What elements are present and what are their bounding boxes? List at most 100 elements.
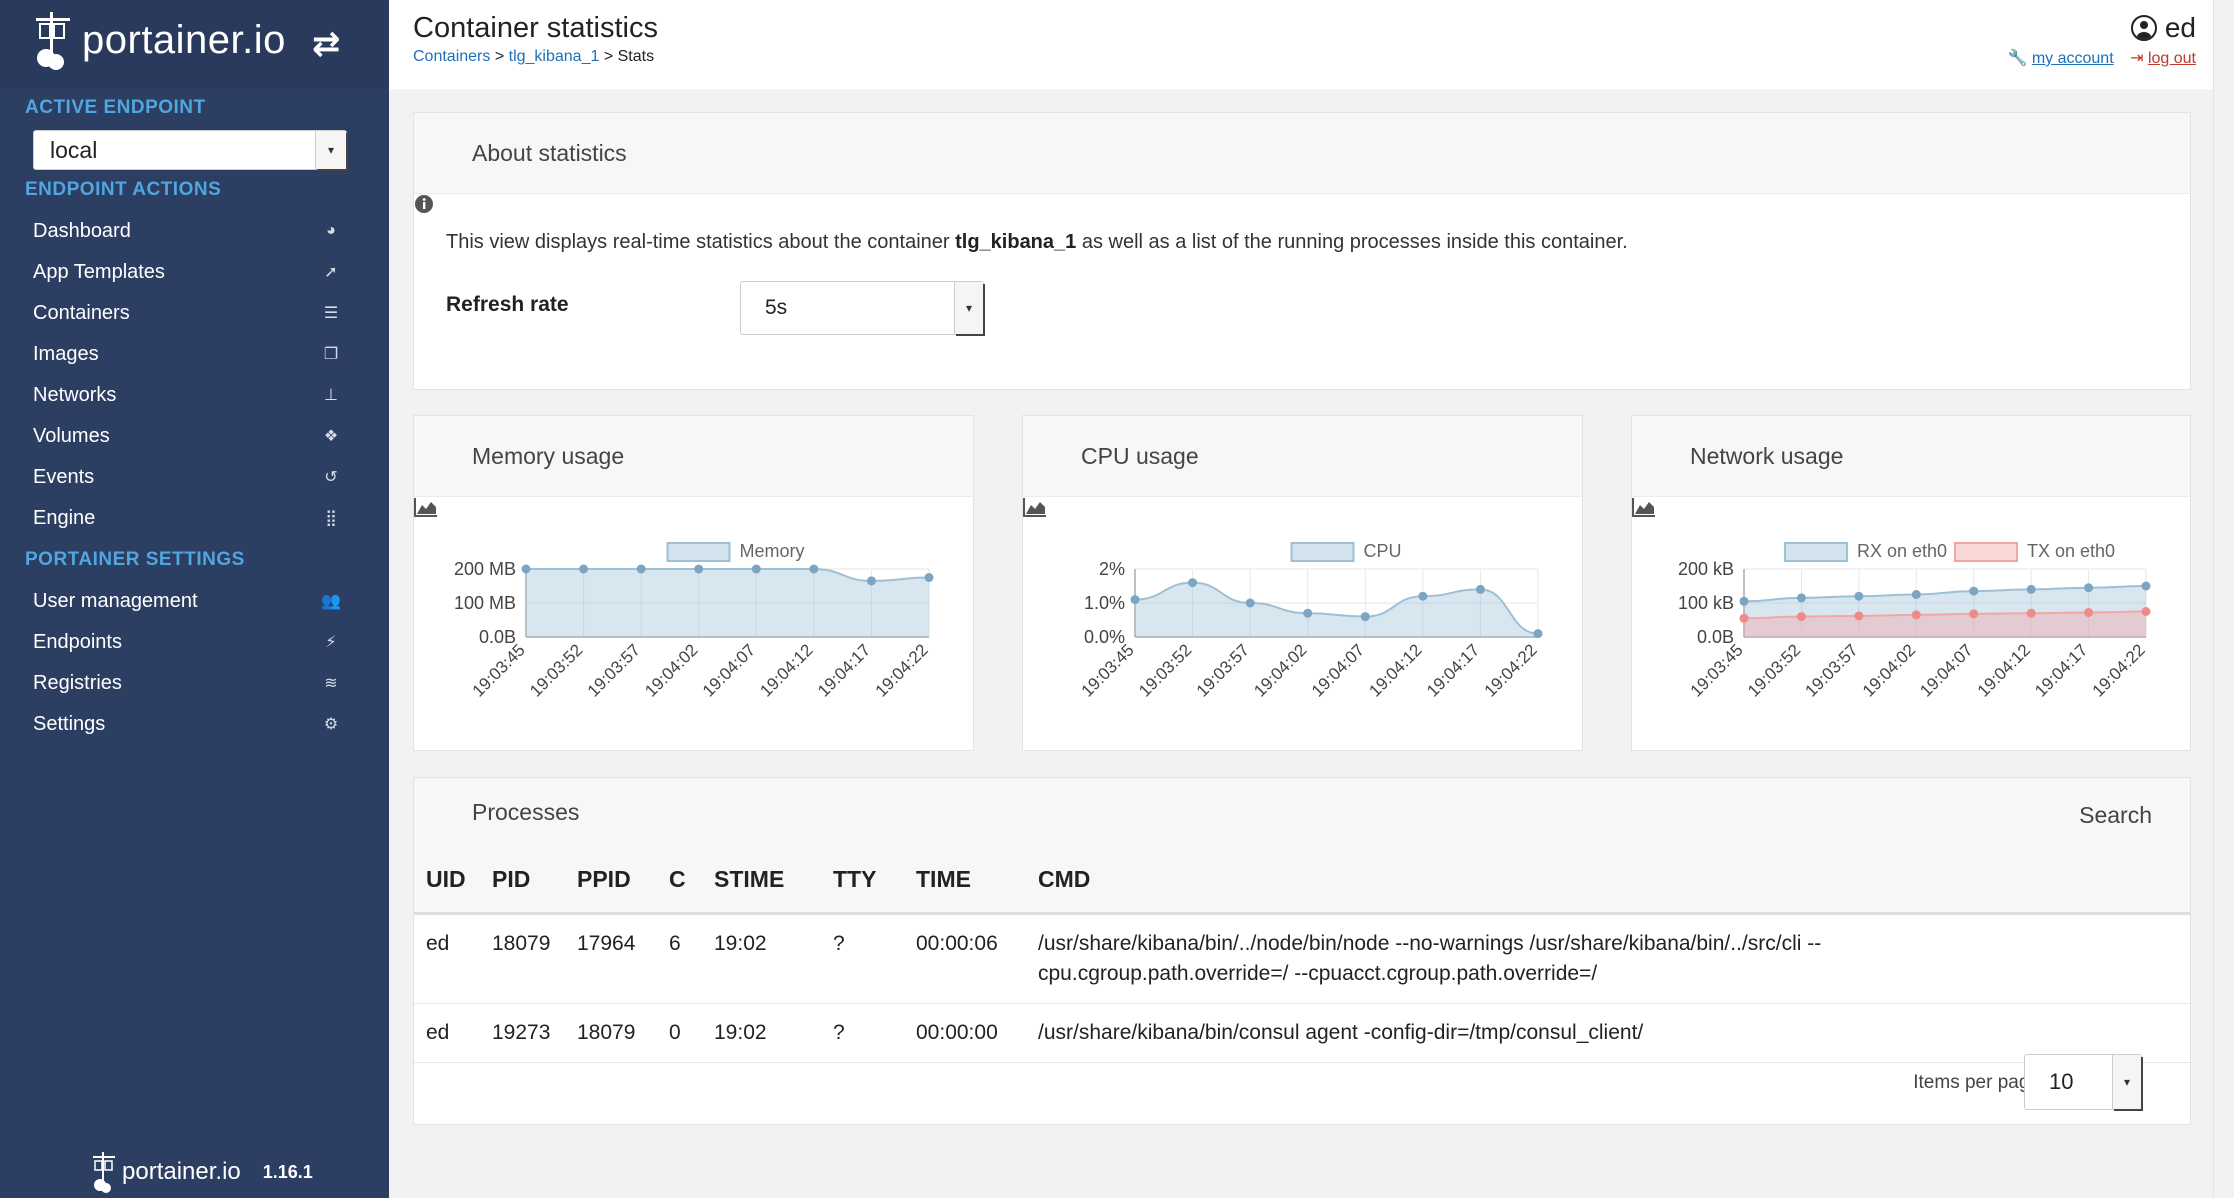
cpu-usage-header: CPU usage: [1023, 416, 1582, 517]
cubes-icon: ❖: [323, 428, 339, 445]
column-header-pid[interactable]: PID: [480, 846, 565, 915]
sidebar-item-events[interactable]: Events ↺: [33, 457, 343, 497]
sidebar-item-containers[interactable]: Containers ☰: [33, 293, 343, 333]
grid-icon: ⣿: [325, 510, 337, 527]
items-per-page-select[interactable]: 10 ▾: [2024, 1054, 2142, 1110]
sidebar-item-app-templates[interactable]: App Templates ➚: [33, 252, 343, 292]
users-icon: 👥: [321, 593, 341, 610]
data-point: [1360, 612, 1370, 622]
sidebar-item-settings[interactable]: Settings ⚙: [33, 704, 343, 744]
items-per-page-label: Items per page: [1913, 1072, 2040, 1093]
username: ed: [2164, 12, 2196, 43]
log-out-link[interactable]: log out: [2148, 50, 2196, 67]
page-scrollbar[interactable]: [2213, 0, 2234, 1198]
sidebar-item-label: Engine: [33, 506, 96, 529]
refresh-rate-value: 5s: [765, 296, 788, 319]
x-tick-label: 19:04:17: [2031, 640, 2091, 700]
sidebar-item-registries[interactable]: Registries ≋: [33, 663, 343, 703]
breadcrumb-container[interactable]: tlg_kibana_1: [509, 48, 600, 65]
sidebar-item-endpoints[interactable]: Endpoints ⚡: [33, 622, 343, 662]
cell-stime: 19:02: [702, 1003, 821, 1063]
data-point: [2026, 608, 2036, 618]
data-point: [1796, 593, 1806, 603]
column-header-tty[interactable]: TTY: [821, 846, 904, 915]
processes-header: Processes: [414, 778, 2190, 877]
cell-cmd: /usr/share/kibana/bin/consul agent -conf…: [1026, 1003, 2190, 1063]
endpoint-select[interactable]: local ▾: [33, 130, 347, 170]
x-tick-label: 19:04:12: [756, 640, 816, 700]
chevron-down-icon: ▾: [2112, 1055, 2141, 1109]
x-tick-label: 19:04:12: [1974, 640, 2034, 700]
data-point: [1911, 610, 1921, 620]
clone-icon: ❐: [323, 346, 339, 363]
tachometer-icon: ◕: [326, 222, 336, 239]
memory-usage-title: Memory usage: [472, 442, 625, 469]
cpu-usage-panel: CPU usage CPU 0.0% 1.0% 2% 19:03:45 19:03:52 1…: [1022, 415, 1583, 751]
cell-pid: 19273: [480, 1003, 565, 1063]
sidebar-item-engine[interactable]: Engine ⣿: [33, 498, 343, 538]
x-tick-label: 19:04:17: [1423, 640, 1483, 700]
data-point: [2141, 581, 2151, 591]
sidebar-item-images[interactable]: Images ❐: [33, 334, 343, 374]
y-tick-label: 100 kB: [1678, 593, 1734, 613]
cell-uid: ed: [414, 913, 480, 1004]
sidebar-item-user-management[interactable]: User management 👥: [33, 581, 343, 621]
refresh-rate-select[interactable]: 5s ▾: [740, 281, 984, 335]
portainer-logo[interactable]: portainer.io: [32, 8, 286, 72]
endpoint-select-value: local: [50, 137, 98, 163]
memory-usage-chart: Memory0.0B100 MB200 MB19:03:4519:03:5219…: [454, 541, 934, 701]
data-point: [751, 564, 761, 574]
search-button[interactable]: Search: [2073, 802, 2152, 903]
cell-c: 0: [657, 1003, 702, 1063]
column-header-c[interactable]: C: [657, 846, 702, 915]
data-point: [1533, 629, 1543, 639]
sign-out-icon: ⇥: [2130, 50, 2144, 67]
x-tick-label: 19:03:45: [1687, 640, 1747, 700]
my-account-link[interactable]: my account: [2032, 50, 2114, 67]
sidebar-item-volumes[interactable]: Volumes ❖: [33, 416, 343, 456]
sidebar-item-label: Endpoints: [33, 630, 122, 653]
portainer-crane-icon: [36, 12, 70, 70]
sidebar-item-networks[interactable]: Networks ⊥: [33, 375, 343, 415]
x-tick-label: 19:03:52: [526, 640, 586, 700]
cell-c: 6: [657, 913, 702, 1004]
column-header-time[interactable]: TIME: [904, 846, 1026, 915]
x-tick-label: 19:04:12: [1365, 640, 1425, 700]
column-header-cmd[interactable]: CMD: [1026, 846, 2190, 915]
data-point: [1188, 578, 1198, 588]
cell-tty: ?: [821, 913, 904, 1004]
legend-swatch: [666, 542, 731, 562]
active-endpoint-label: ACTIVE ENDPOINT: [25, 97, 206, 118]
endpoint-actions-label: ENDPOINT ACTIONS: [25, 179, 222, 200]
sidebar: portainer.io ⇄ ACTIVE ENDPOINT local ▾ E…: [0, 0, 389, 1198]
sidebar-item-label: Events: [33, 465, 95, 488]
cell-cmd: /usr/share/kibana/bin/../node/bin/node -…: [1026, 913, 2190, 1004]
y-tick-label: 200 MB: [454, 559, 516, 579]
arrows-swap-icon[interactable]: ⇄: [312, 24, 341, 64]
column-header-stime[interactable]: STIME: [702, 846, 821, 915]
sidebar-item-label: Networks: [33, 383, 117, 406]
x-tick-label: 19:04:02: [1250, 640, 1310, 700]
cogs-icon: ⚙: [323, 716, 339, 733]
data-point: [2084, 608, 2094, 618]
table-header-row: UID PID PPID C STIME TTY TIME CMD: [414, 846, 2190, 915]
cell-ppid: 18079: [565, 1003, 657, 1063]
network-usage-panel: Network usage RX on eth0 TX on eth0 0.0B 10…: [1631, 415, 2191, 751]
x-tick-label: 19:04:22: [872, 640, 932, 700]
x-tick-label: 19:04:07: [1308, 640, 1368, 700]
sidebar-item-dashboard[interactable]: Dashboard ◕: [33, 211, 343, 251]
portainer-footer-logo-icon: [93, 1152, 115, 1193]
data-point: [579, 564, 589, 574]
y-tick-label: 1.0%: [1084, 593, 1125, 613]
x-tick-label: 19:04:22: [2089, 640, 2149, 700]
data-point: [1796, 612, 1806, 622]
network-usage-title: Network usage: [1690, 442, 1844, 469]
data-point: [1969, 609, 1979, 619]
breadcrumb-containers[interactable]: Containers: [413, 48, 490, 65]
breadcrumb-current: Stats: [617, 48, 655, 65]
column-header-ppid[interactable]: PPID: [565, 846, 657, 915]
cell-time: 00:00:00: [904, 1003, 1026, 1063]
processes-title: Processes: [472, 798, 580, 825]
y-tick-label: 2%: [1099, 559, 1125, 579]
column-header-uid[interactable]: UID: [414, 846, 480, 915]
